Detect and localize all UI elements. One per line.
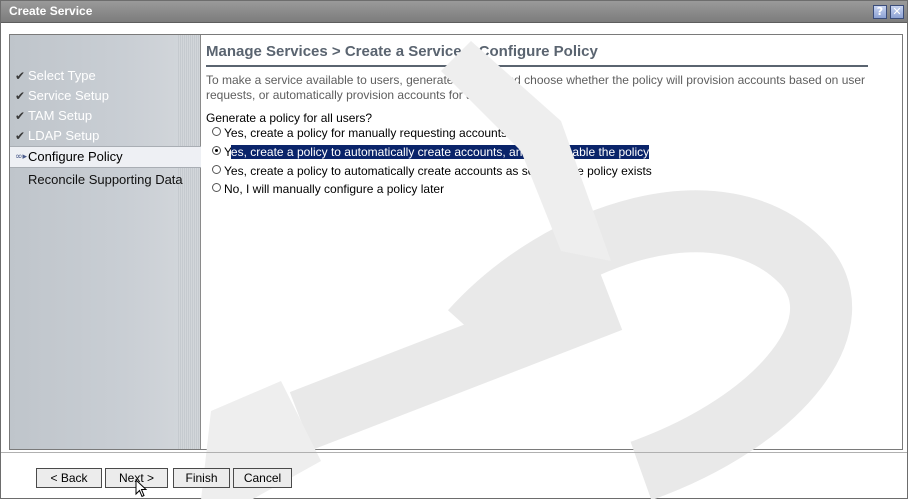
policy-option-manual-request[interactable]: Yes, create a policy for manually reques… xyxy=(212,125,507,142)
step-select-type[interactable]: ✔ Select Type xyxy=(10,66,201,86)
dialog-title: Create Service xyxy=(9,4,93,18)
checkmark-icon: ✔ xyxy=(15,69,26,83)
heading-divider xyxy=(206,65,868,67)
radio-button-selected[interactable] xyxy=(212,146,221,155)
step-reconcile-data[interactable]: Reconcile Supporting Data xyxy=(10,169,201,205)
policy-option-auto-immediate[interactable]: Yes, create a policy to automatically cr… xyxy=(212,163,652,180)
radio-button[interactable] xyxy=(212,127,221,136)
checkmark-icon: ✔ xyxy=(15,89,26,103)
footer-divider xyxy=(1,452,907,453)
close-button[interactable]: ✕ xyxy=(890,5,904,19)
option-label-first-char: Y xyxy=(224,145,231,159)
policy-option-auto-later-enable[interactable]: Yes, create a policy to automatically cr… xyxy=(212,144,650,161)
step-tam-setup[interactable]: ✔ TAM Setup xyxy=(10,106,201,126)
step-ldap-setup[interactable]: ✔ LDAP Setup xyxy=(10,126,201,146)
help-button[interactable]: ? xyxy=(873,5,887,19)
main-content: Manage Services > Create a Service > Con… xyxy=(202,35,902,449)
option-label: No, I will manually configure a policy l… xyxy=(224,182,445,196)
option-label: Yes, create a policy for manually reques… xyxy=(224,126,508,140)
create-service-dialog: Create Service ? ✕ ✔ Select Type ✔ Servi… xyxy=(0,0,908,499)
policy-question: Generate a policy for all users? xyxy=(206,111,373,125)
checkmark-icon: ✔ xyxy=(15,109,26,123)
checkmark-icon: ✔ xyxy=(15,129,26,143)
mouse-pointer-icon xyxy=(135,479,148,498)
step-label: Select Type xyxy=(28,68,96,83)
wizard-steps-sidebar: ✔ Select Type ✔ Service Setup ✔ TAM Setu… xyxy=(10,35,201,449)
title-bar: Create Service ? ✕ xyxy=(1,1,907,23)
step-label: LDAP Setup xyxy=(28,128,100,143)
intro-text: To make a service available to users, ge… xyxy=(206,73,866,102)
step-label: TAM Setup xyxy=(28,108,93,123)
option-label-selected-text: es, create a policy to automatically cre… xyxy=(230,145,650,159)
step-configure-policy[interactable]: ∞▸ Configure Policy xyxy=(10,146,201,168)
radio-button[interactable] xyxy=(212,183,221,192)
cancel-button[interactable]: Cancel xyxy=(233,468,292,488)
finish-button[interactable]: Finish xyxy=(173,468,230,488)
policy-option-manual-later[interactable]: No, I will manually configure a policy l… xyxy=(212,181,444,198)
option-label: Yes, create a policy to automatically cr… xyxy=(224,164,652,178)
back-button[interactable]: < Back xyxy=(36,468,102,488)
step-label: Service Setup xyxy=(28,88,109,103)
wizard-frame: ✔ Select Type ✔ Service Setup ✔ TAM Setu… xyxy=(9,34,903,450)
radio-button[interactable] xyxy=(212,165,221,174)
step-label: Reconcile Supporting Data xyxy=(28,172,183,187)
step-label: Configure Policy xyxy=(28,149,123,164)
page-title: Manage Services > Create a Service > Con… xyxy=(206,43,598,60)
step-service-setup[interactable]: ✔ Service Setup xyxy=(10,86,201,106)
current-step-arrow-icon: ∞▸ xyxy=(15,152,28,162)
